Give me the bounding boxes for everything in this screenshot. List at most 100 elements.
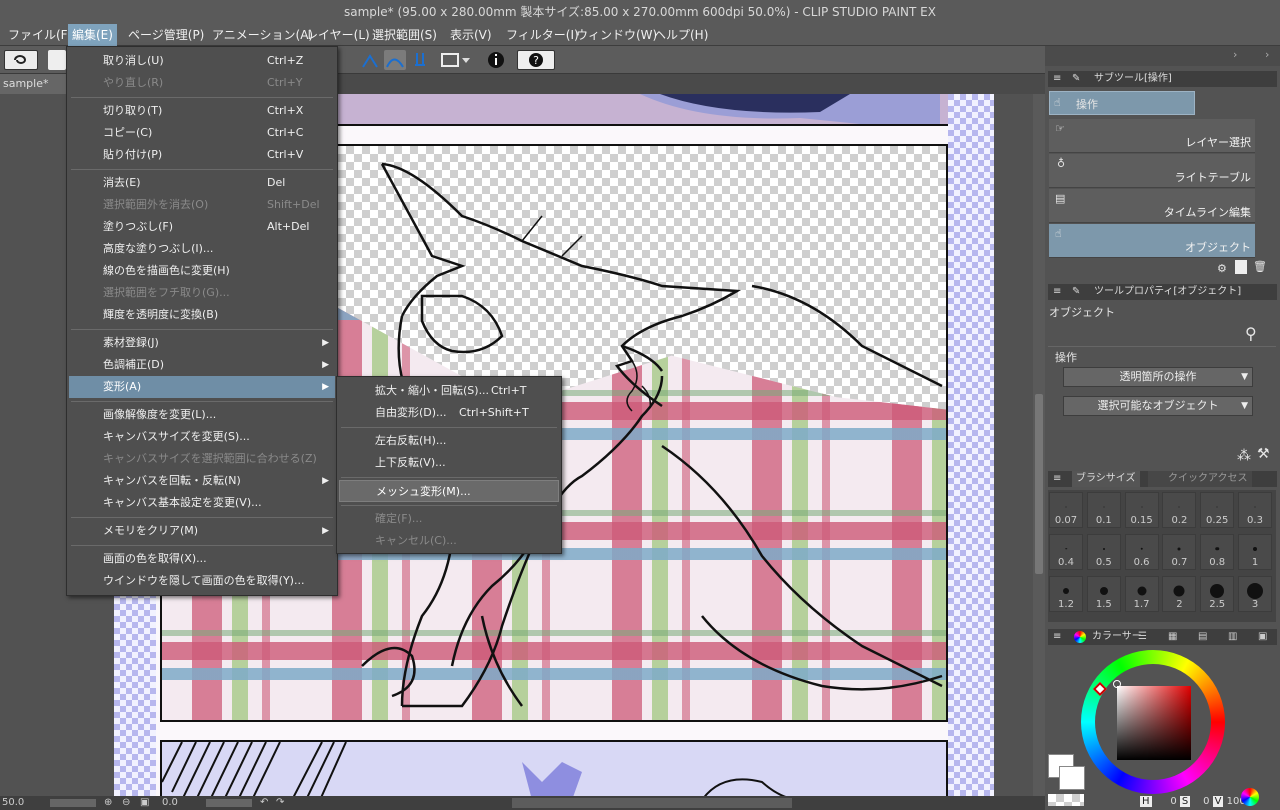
brush-size-cell[interactable]: 1.5: [1086, 576, 1121, 612]
edit-menu-item[interactable]: 画面の色を取得(X)...: [69, 548, 335, 570]
edit-menu-item[interactable]: 切り取り(T) Ctrl+X: [69, 100, 335, 122]
menu-edit[interactable]: 編集(E): [68, 24, 117, 46]
snap-ruler-icon[interactable]: [360, 50, 380, 70]
magnifier-icon[interactable]: ⚲: [1245, 324, 1257, 343]
brush-size-cell[interactable]: 0.5: [1086, 534, 1121, 570]
transform-menu-item[interactable]: メッシュ変形(M)...: [339, 480, 559, 502]
color-wheel-icon[interactable]: [1074, 631, 1086, 643]
brush-size-cell[interactable]: 3: [1238, 576, 1272, 612]
edit-menu-item[interactable]: キャンバスを回転・反転(N) ▶: [69, 470, 335, 492]
menu-icon[interactable]: ≡: [1053, 629, 1061, 645]
brush-size-cell[interactable]: 0.3: [1238, 492, 1272, 528]
transform-menu-item[interactable]: 自由変形(D)... Ctrl+Shift+T: [339, 402, 559, 424]
zoom-slider[interactable]: [50, 799, 96, 807]
intermediate-color-tab-icon[interactable]: ▤: [1198, 629, 1207, 645]
edit-menu-item[interactable]: 選択範囲外を消去(O) Shift+Del: [69, 194, 335, 216]
brush-size-cell[interactable]: 1.7: [1124, 576, 1159, 612]
similar-color-tab-icon[interactable]: ▥: [1228, 629, 1237, 645]
tab-brush-size[interactable]: ブラシサイズ: [1072, 471, 1140, 487]
brush-size-cell[interactable]: 0.4: [1049, 534, 1083, 570]
snap-grid-icon[interactable]: [410, 50, 430, 70]
edit-menu-item[interactable]: 画像解像度を変更(L)...: [69, 404, 335, 426]
menu-file[interactable]: ファイル(F): [4, 24, 76, 46]
brush-size-cell[interactable]: 0.2: [1162, 492, 1197, 528]
sub-color-swatch[interactable]: [1059, 766, 1085, 790]
brush-size-cell[interactable]: 2.5: [1200, 576, 1235, 612]
edit-menu-item[interactable]: メモリをクリア(M) ▶: [69, 520, 335, 542]
subtool-timeline-edit[interactable]: ▤ タイムライン編集: [1049, 189, 1255, 223]
edit-menu-item[interactable]: コピー(C) Ctrl+C: [69, 122, 335, 144]
subtool-settings-icon[interactable]: ⚙: [1217, 262, 1227, 275]
edit-menu-item[interactable]: 線の色を描画色に変更(H): [69, 260, 335, 282]
display-settings-icon[interactable]: [440, 50, 474, 70]
menu-selection[interactable]: 選択範囲(S): [368, 24, 441, 46]
subtool-object[interactable]: ☝ オブジェクト: [1049, 224, 1255, 258]
edit-menu-item[interactable]: ウインドウを隠して画面の色を取得(Y)...: [69, 570, 335, 592]
brush-size-cell[interactable]: 0.8: [1200, 534, 1235, 570]
brush-size-cell[interactable]: 0.25: [1200, 492, 1235, 528]
wrench-settings-icon[interactable]: ⚒: [1257, 446, 1270, 462]
edit-menu-item[interactable]: キャンバス基本設定を変更(V)...: [69, 492, 335, 514]
edit-menu-item[interactable]: 輝度を透明度に変換(B): [69, 304, 335, 326]
chevron-right-icon[interactable]: ›: [1233, 48, 1237, 61]
rotate-slider[interactable]: [206, 799, 252, 807]
menu-icon[interactable]: ≡: [1053, 471, 1061, 487]
brush-size-cell[interactable]: 0.07: [1049, 492, 1083, 528]
new-subtool-icon[interactable]: [1235, 260, 1247, 274]
snap-special-ruler-icon[interactable]: [384, 50, 406, 70]
new-file-icon[interactable]: [48, 50, 66, 70]
subtool-layer-select[interactable]: ☞ レイヤー選択: [1049, 119, 1255, 153]
menu-layer[interactable]: レイヤー(L): [302, 24, 374, 46]
menu-page[interactable]: ページ管理(P): [124, 24, 208, 46]
brush-size-cell[interactable]: 0.1: [1086, 492, 1121, 528]
menu-icon[interactable]: ≡: [1053, 71, 1061, 87]
transform-menu-item[interactable]: 左右反転(H)...: [339, 430, 559, 452]
zoom-value[interactable]: 50.0: [2, 796, 24, 810]
transform-menu-item[interactable]: キャンセル(C)...: [339, 530, 559, 552]
edit-menu-item[interactable]: 変形(A) ▶: [69, 376, 335, 398]
menu-filter[interactable]: フィルター(I): [502, 24, 583, 46]
zoom-in-icon[interactable]: ⊕: [104, 796, 112, 810]
tab-quick-access[interactable]: クイックアクセス: [1148, 471, 1252, 487]
transparent-color-swatch[interactable]: [1048, 794, 1084, 806]
rotate-right-icon[interactable]: ↷: [276, 796, 284, 810]
brush-size-cell[interactable]: 0.6: [1124, 534, 1159, 570]
color-set-tab-icon[interactable]: ▦: [1168, 629, 1177, 645]
horizontal-scrollbar[interactable]: [512, 798, 792, 808]
menu-icon[interactable]: ≡: [1053, 284, 1061, 300]
transform-menu-item[interactable]: 上下反転(V)...: [339, 452, 559, 474]
subtool-light-table[interactable]: ♁ ライトテーブル: [1049, 154, 1255, 188]
saturation-value-square[interactable]: [1117, 686, 1191, 760]
menu-window[interactable]: ウィンドウ(W): [572, 24, 661, 46]
selectable-object-dropdown[interactable]: 選択可能なオブジェクト ▼: [1063, 396, 1253, 416]
edit-menu-item[interactable]: キャンバスサイズを選択範囲に合わせる(Z): [69, 448, 335, 470]
scrollbar-thumb[interactable]: [1035, 394, 1043, 574]
brush-size-cell[interactable]: 1: [1238, 534, 1272, 570]
transform-menu-item[interactable]: 確定(F)...: [339, 508, 559, 530]
edit-menu-item[interactable]: キャンバスサイズを変更(S)...: [69, 426, 335, 448]
edit-menu-item[interactable]: 選択範囲をフチ取り(G)...: [69, 282, 335, 304]
edit-menu-item[interactable]: 貼り付け(P) Ctrl+V: [69, 144, 335, 166]
rotate-left-icon[interactable]: ↶: [260, 796, 268, 810]
fit-icon[interactable]: ▣: [140, 796, 149, 810]
help-icon[interactable]: ?: [517, 50, 555, 70]
info-icon[interactable]: [486, 50, 506, 70]
edit-menu-item[interactable]: 色調補正(D) ▶: [69, 354, 335, 376]
edit-menu-item[interactable]: 塗りつぶし(F) Alt+Del: [69, 216, 335, 238]
brush-size-cell[interactable]: 1.2: [1049, 576, 1083, 612]
brush-size-cell[interactable]: 0.15: [1124, 492, 1159, 528]
sv-marker[interactable]: [1113, 680, 1121, 688]
transform-menu-item[interactable]: 拡大・縮小・回転(S)... Ctrl+T: [339, 380, 559, 402]
transparent-operation-dropdown[interactable]: 透明箇所の操作 ▼: [1063, 367, 1253, 387]
vertical-scrollbar[interactable]: [1033, 94, 1045, 796]
color-slider-tab-icon[interactable]: ☰: [1138, 629, 1147, 645]
edit-menu-item[interactable]: 高度な塗りつぶし(I)...: [69, 238, 335, 260]
edit-menu-item[interactable]: 消去(E) Del: [69, 172, 335, 194]
color-history-tab-icon[interactable]: ▣: [1258, 629, 1267, 645]
document-tab[interactable]: sample*: [0, 74, 66, 94]
edit-menu-item[interactable]: 取り消し(U) Ctrl+Z: [69, 50, 335, 72]
edit-menu-item[interactable]: やり直し(R) Ctrl+Y: [69, 72, 335, 94]
zoom-out-icon[interactable]: ⊖: [122, 796, 130, 810]
menu-animation[interactable]: アニメーション(A): [208, 24, 317, 46]
chevron-right-icon[interactable]: ›: [1265, 48, 1269, 61]
